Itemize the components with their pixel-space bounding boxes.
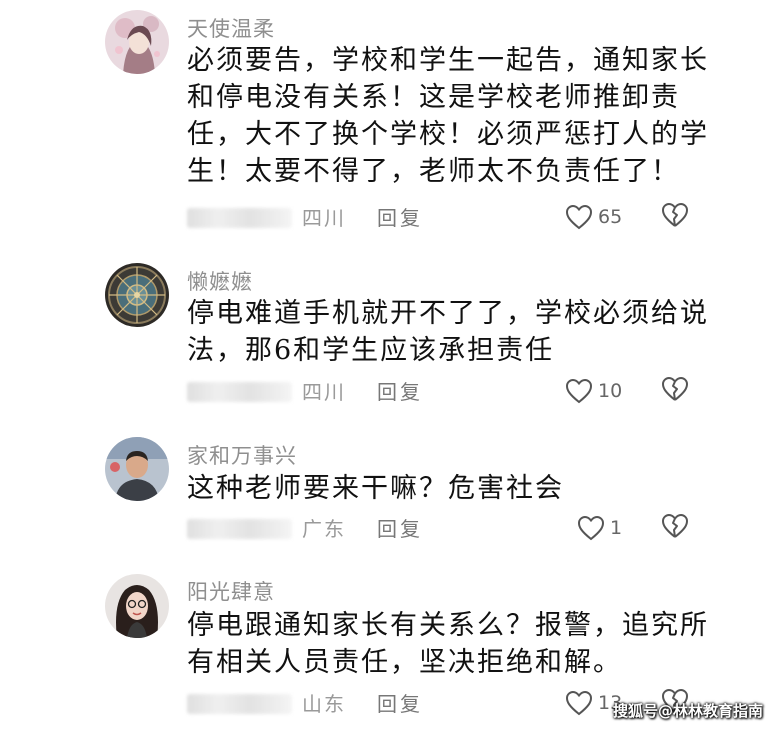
username[interactable]: 懒嬷嬷: [187, 266, 253, 296]
comment-line: 任，大不了换个学校！必须严惩打人的学: [187, 119, 709, 150]
username[interactable]: 阳光肆意: [187, 576, 275, 606]
location-label: 广东: [302, 517, 346, 541]
dislike-button[interactable]: [661, 376, 689, 404]
like-count: 1: [610, 517, 623, 539]
man-photo-avatar-icon: [105, 437, 169, 501]
comment-line: 法，那6和学生应该承担责任: [187, 335, 555, 366]
comment-line: 生！太要不得了，老师太不负责任了！: [187, 156, 680, 187]
comment-meta: 四川 回复 65: [187, 202, 707, 232]
user-avatar[interactable]: [105, 10, 169, 74]
comment-line: 停电跟通知家长有关系么？报警，追究所: [187, 610, 709, 641]
woman-glasses-avatar-icon: [105, 574, 169, 638]
username[interactable]: 天使温柔: [187, 13, 275, 43]
blurred-timestamp: [187, 382, 292, 402]
like-button[interactable]: 10: [565, 376, 622, 406]
like-count: 10: [598, 380, 623, 402]
comment-text: 停电难道手机就开不了了，学校必须给说 法，那6和学生应该承担责任: [187, 295, 707, 369]
comment-line: 这种老师要来干嘛？危害社会: [187, 473, 564, 504]
comment-line: 有相关人员责任，坚决拒绝和解。: [187, 647, 622, 678]
location-label: 四川: [302, 206, 346, 230]
user-avatar[interactable]: [105, 574, 169, 638]
heart-icon: [577, 515, 605, 541]
reply-button[interactable]: 回复: [377, 688, 423, 717]
like-button[interactable]: 1: [577, 513, 622, 543]
user-avatar[interactable]: [105, 437, 169, 501]
like-count: 65: [598, 206, 623, 228]
heart-icon: [565, 690, 593, 716]
location-label: 山东: [302, 692, 346, 716]
zodiac-wheel-avatar-icon: [105, 263, 169, 327]
location-label: 四川: [302, 380, 346, 404]
broken-heart-icon: [662, 377, 688, 401]
comment-meta: 广东 回复 1: [187, 513, 707, 543]
heart-icon: [565, 378, 593, 404]
comment-line: 和停电没有关系！这是学校老师推卸责: [187, 82, 680, 113]
comment-text: 这种老师要来干嘛？危害社会: [187, 470, 707, 507]
heart-icon: [565, 204, 593, 230]
dislike-button[interactable]: [661, 202, 689, 230]
broken-heart-icon: [662, 514, 688, 538]
comment-meta: 四川 回复 10: [187, 376, 707, 406]
reply-button[interactable]: 回复: [377, 376, 423, 405]
comment-line: 必须要告，学校和学生一起告，通知家长: [187, 45, 709, 76]
watermark: 搜狐号@林林教育指南: [612, 702, 763, 720]
username[interactable]: 家和万事兴: [187, 440, 297, 470]
blurred-timestamp: [187, 208, 292, 228]
dislike-button[interactable]: [661, 513, 689, 541]
reply-button[interactable]: 回复: [377, 513, 423, 542]
anime-girl-avatar-icon: [105, 10, 169, 74]
comment-line: 停电难道手机就开不了了，学校必须给说: [187, 298, 709, 329]
blurred-timestamp: [187, 694, 292, 714]
like-button[interactable]: 65: [565, 202, 622, 232]
comment-text: 必须要告，学校和学生一起告，通知家长 和停电没有关系！这是学校老师推卸责 任，大…: [187, 42, 707, 190]
blurred-timestamp: [187, 519, 292, 539]
broken-heart-icon: [662, 203, 688, 227]
user-avatar[interactable]: [105, 263, 169, 327]
comment-text: 停电跟通知家长有关系么？报警，追究所 有相关人员责任，坚决拒绝和解。: [187, 607, 707, 681]
reply-button[interactable]: 回复: [377, 202, 423, 231]
